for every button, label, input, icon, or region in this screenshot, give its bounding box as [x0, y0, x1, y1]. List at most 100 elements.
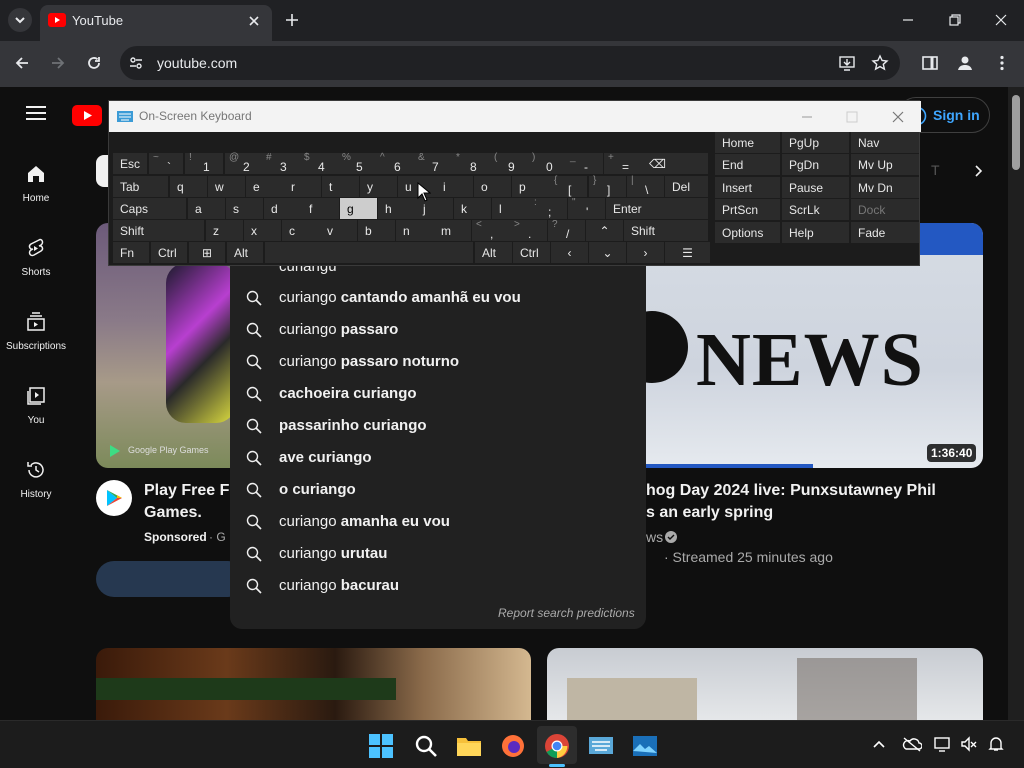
new-tab-icon[interactable]: [283, 11, 301, 29]
osk-key[interactable]: ^ 6: [376, 152, 414, 174]
osk-key[interactable]: }]: [589, 175, 626, 197]
osk-key[interactable]: p: [512, 176, 550, 197]
osk-key[interactable]: @2: [225, 152, 263, 174]
osk-key[interactable]: a: [188, 198, 225, 219]
osk-key[interactable]: ? /: [548, 219, 585, 241]
osk-nav-key[interactable]: ScrLk: [782, 199, 849, 220]
osk-key[interactable]: b: [358, 220, 395, 241]
suggestion-item[interactable]: ave curiango: [246, 442, 630, 474]
report-predictions-link[interactable]: Report search predictions: [498, 606, 635, 620]
osk-nav-key[interactable]: PgDn: [782, 154, 849, 175]
osk-key[interactable]: $4: [300, 152, 338, 174]
osk-key[interactable]: k: [454, 198, 491, 219]
onedrive-icon[interactable]: [902, 736, 922, 752]
address-bar[interactable]: youtube.com: [120, 46, 900, 80]
osk-key[interactable]: ⌄: [589, 242, 626, 263]
hamburger-menu-icon[interactable]: [26, 105, 46, 121]
osk-key[interactable]: r: [284, 176, 321, 197]
osk-key[interactable]: i: [436, 176, 473, 197]
menu-kebab-icon[interactable]: [993, 54, 1011, 72]
osk-nav-key[interactable]: Mv Up: [851, 154, 919, 175]
osk-key[interactable]: (9: [490, 152, 528, 174]
osk-key[interactable]: ☰: [665, 242, 710, 263]
osk-key[interactable]: c: [282, 220, 320, 241]
site-info-icon[interactable]: [128, 55, 144, 71]
osk-nav-key[interactable]: PrtScn: [715, 199, 780, 220]
osk-key[interactable]: ‹: [551, 242, 588, 263]
osk-key[interactable]: s: [226, 198, 263, 219]
osk-key[interactable]: Fn: [113, 242, 149, 263]
scrollbar-thumb[interactable]: [1012, 95, 1020, 170]
osk-key[interactable]: Caps: [113, 198, 186, 219]
notifications-bell-icon[interactable]: [988, 736, 1004, 752]
osk-key[interactable]: [265, 242, 473, 263]
osk-key[interactable]: Esc: [113, 153, 147, 174]
minimize-icon[interactable]: [900, 12, 916, 28]
search-icon[interactable]: [413, 733, 439, 759]
bookmark-star-icon[interactable]: [871, 54, 889, 72]
close-tab-icon[interactable]: [246, 13, 262, 29]
osk-key[interactable]: w: [208, 176, 245, 197]
side-panel-icon[interactable]: [921, 54, 939, 72]
network-display-icon[interactable]: [934, 736, 952, 752]
osk-app-icon[interactable]: [588, 733, 614, 759]
osk-key[interactable]: Shift: [624, 220, 708, 241]
osk-key[interactable]: Del: [665, 176, 708, 197]
nav-subscriptions[interactable]: Subscriptions: [0, 311, 72, 352]
browser-tab[interactable]: YouTube: [40, 5, 272, 41]
video-thumbnail[interactable]: [547, 648, 983, 720]
reload-icon[interactable]: [84, 53, 104, 73]
google-play-avatar[interactable]: [96, 480, 132, 516]
chevron-right-icon[interactable]: [970, 163, 986, 179]
close-window-icon[interactable]: [993, 12, 1009, 28]
osk-key[interactable]: m: [434, 220, 471, 241]
osk-titlebar[interactable]: On-Screen Keyboard: [109, 101, 921, 132]
osk-key[interactable]: ~ `: [149, 152, 183, 174]
osk-key[interactable]: ›: [627, 242, 664, 263]
osk-nav-key[interactable]: End: [715, 154, 780, 175]
osk-maximize-icon[interactable]: [844, 109, 860, 125]
back-icon[interactable]: [12, 53, 32, 73]
ad-cta-button[interactable]: [96, 561, 246, 597]
install-app-icon[interactable]: [838, 54, 856, 72]
osk-key[interactable]: :;: [530, 197, 567, 219]
suggestion-item[interactable]: cachoeira curiango: [246, 378, 630, 410]
osk-key[interactable]: v: [320, 220, 357, 241]
suggestion-item[interactable]: passarinho curiango: [246, 410, 630, 442]
osk-key[interactable]: ⌃: [586, 220, 623, 241]
osk-key[interactable]: h: [378, 198, 416, 219]
osk-key[interactable]: Tab: [113, 176, 168, 197]
nav-home[interactable]: Home: [0, 163, 72, 204]
osk-key[interactable]: x: [244, 220, 281, 241]
forward-icon[interactable]: [48, 53, 68, 73]
osk-nav-key[interactable]: Options: [715, 222, 780, 243]
nav-history[interactable]: History: [0, 459, 72, 500]
osk-key[interactable]: Alt: [475, 242, 512, 263]
osk-key[interactable]: ) 0: [528, 152, 566, 174]
photos-icon[interactable]: [632, 733, 658, 759]
profile-icon[interactable]: [956, 54, 974, 72]
windows-start-icon[interactable]: [368, 733, 394, 759]
osk-key[interactable]: l: [492, 198, 530, 219]
tab-search-button[interactable]: [8, 8, 32, 32]
osk-key[interactable]: >.: [510, 219, 547, 241]
osk-minimize-icon[interactable]: [799, 109, 815, 125]
nav-you[interactable]: You: [0, 385, 72, 426]
osk-nav-key[interactable]: Nav: [851, 132, 919, 153]
suggestion-item[interactable]: curiango cantando amanhã eu vou: [246, 282, 630, 314]
video-title[interactable]: s an early spring: [646, 504, 773, 522]
suggestion-item[interactable]: curiango bacurau: [246, 570, 630, 602]
osk-key[interactable]: <,: [472, 219, 510, 241]
osk-key[interactable]: + =: [604, 152, 642, 174]
osk-key[interactable]: q: [170, 176, 207, 197]
channel-name[interactable]: ws: [646, 529, 663, 545]
page-scrollbar[interactable]: [1008, 87, 1024, 720]
osk-key[interactable]: #3: [262, 152, 300, 174]
osk-nav-key[interactable]: Home: [715, 132, 780, 153]
video-title[interactable]: Play Free Fi: [144, 482, 234, 500]
file-explorer-icon[interactable]: [456, 733, 482, 759]
osk-nav-key[interactable]: PgUp: [782, 132, 849, 153]
osk-close-icon[interactable]: [890, 109, 906, 125]
osk-nav-key[interactable]: Pause: [782, 177, 849, 198]
osk-key[interactable]: y: [360, 176, 397, 197]
